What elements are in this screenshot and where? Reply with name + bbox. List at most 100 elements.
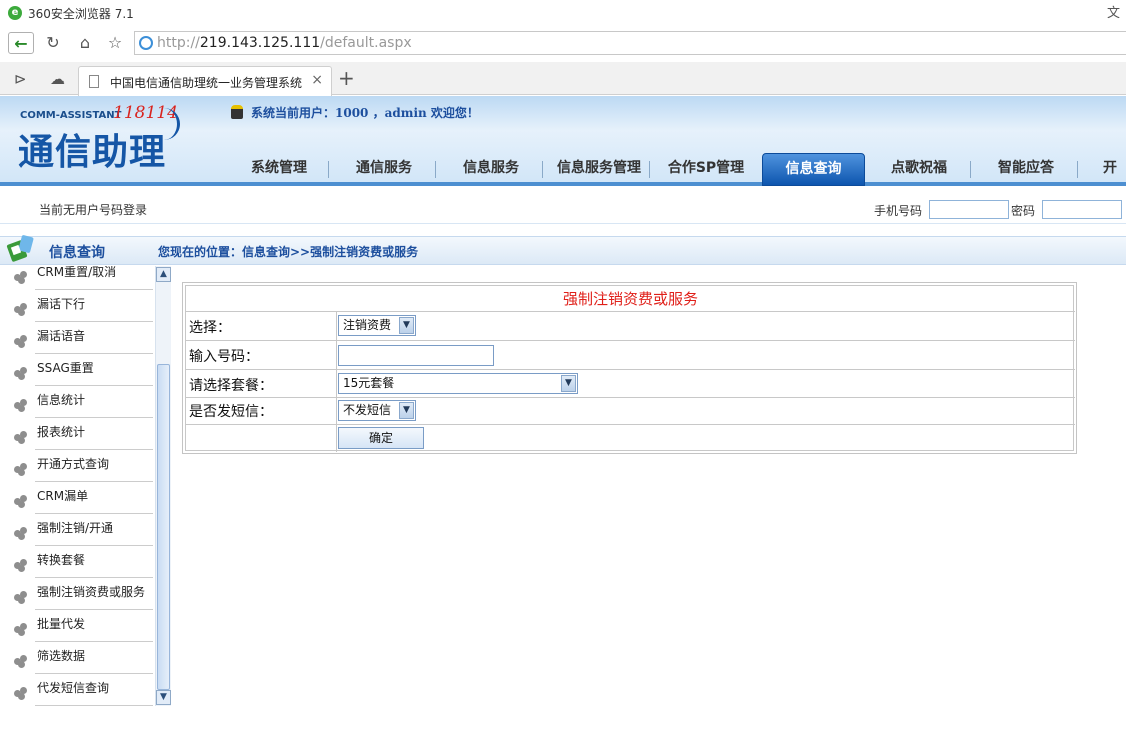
column-divider: [336, 312, 337, 340]
sidebar-item-crm-missed[interactable]: CRM漏单: [0, 482, 156, 514]
sidebar-divider: [35, 705, 153, 706]
menu-item-info-query[interactable]: 信息查询: [762, 153, 865, 186]
menu-item-info-service[interactable]: 信息服务: [438, 153, 544, 186]
users-icon: [14, 559, 28, 572]
form-row-number: 输入号码：: [186, 341, 1075, 370]
url-input[interactable]: http://219.143.125.111/default.aspx: [134, 31, 1126, 55]
sidebar-item-label: 漏话语音: [37, 329, 86, 343]
menu-item-song-blessing[interactable]: 点歌祝福: [866, 153, 972, 186]
sidebar-item-label: 强制注销/开通: [37, 521, 114, 535]
url-path: /default.aspx: [320, 35, 412, 51]
login-status: 当前无用户号码登录: [39, 203, 148, 217]
users-icon: [14, 367, 28, 380]
form-title-row: 强制注销资费或服务: [186, 286, 1075, 312]
select-label: 选择：: [189, 320, 231, 336]
sidebar-scrollbar[interactable]: ▲ ▼: [155, 266, 171, 706]
sidebar-item-force-cancel-fee[interactable]: 强制注销资费或服务: [0, 578, 156, 610]
sidebar-item-filter-data[interactable]: 筛选数据: [0, 642, 156, 674]
menu-item-system[interactable]: 系统管理: [226, 153, 332, 186]
users-icon: [14, 655, 28, 668]
cancel-type-value: 注销资费: [343, 318, 392, 332]
document-icon: [89, 75, 99, 88]
sidebar-item-ssag-reset[interactable]: SSAG重置: [0, 354, 156, 386]
chevron-down-icon[interactable]: ▼: [399, 402, 414, 419]
users-icon: [14, 271, 28, 284]
sidebar-item-missed-voice[interactable]: 漏话语音: [0, 322, 156, 354]
info-query-icon: [6, 235, 34, 262]
users-icon: [14, 303, 28, 316]
menu-item-sp-mgmt[interactable]: 合作SP管理: [653, 153, 759, 186]
form-table: 强制注销资费或服务 选择： 注销资费 ▼ 输入号码： 请选择套餐： 15元套餐 …: [185, 285, 1075, 452]
number-label: 输入号码：: [189, 349, 259, 365]
refresh-icon[interactable]: ↻: [40, 32, 66, 54]
scroll-up-icon[interactable]: ▲: [156, 267, 171, 282]
menu-item-smart-reply[interactable]: 智能应答: [973, 153, 1079, 186]
sidebar-toggle-icon[interactable]: ⊳: [14, 70, 27, 88]
users-icon: [14, 687, 28, 700]
tab-title: 中国电信通信助理统一业务管理系统: [110, 76, 303, 90]
column-divider: [336, 341, 337, 369]
form-row-submit: 确定: [186, 425, 1075, 452]
menu-divider: [435, 161, 436, 178]
sidebar-item-label: SSAG重置: [37, 361, 94, 375]
phone-input[interactable]: [929, 200, 1009, 219]
users-icon: [14, 623, 28, 636]
sidebar-item-sms-query[interactable]: 代发短信查询: [0, 674, 156, 706]
sidebar-item-force-cancel-open[interactable]: 强制注销/开通: [0, 514, 156, 546]
sidebar-item-label: 开通方式查询: [37, 457, 110, 471]
sms-label: 是否发短信：: [189, 404, 273, 420]
sidebar: CRM重置/取消 漏话下行 漏话语音 SSAG重置 信息统计 报表统计 开通方式…: [0, 266, 172, 706]
menu-item-info-service-mgmt[interactable]: 信息服务管理: [546, 153, 652, 186]
sidebar-item-report-stats[interactable]: 报表统计: [0, 418, 156, 450]
new-tab-button[interactable]: +: [338, 66, 355, 90]
menu-item-comm-service[interactable]: 通信服务: [331, 153, 437, 186]
phone-number-input[interactable]: [338, 345, 494, 366]
sidebar-item-batch-send[interactable]: 批量代发: [0, 610, 156, 642]
browser-tab[interactable]: 中国电信通信助理统一业务管理系统 ×: [78, 66, 332, 96]
menu-divider: [1077, 161, 1078, 178]
scrollbar-thumb[interactable]: [157, 364, 170, 690]
sidebar-item-label: 报表统计: [37, 425, 86, 439]
sidebar-item-info-stats[interactable]: 信息统计: [0, 386, 156, 418]
users-icon: [14, 399, 28, 412]
browser-right-text[interactable]: 文: [1107, 2, 1120, 21]
column-divider: [336, 425, 337, 452]
scroll-down-icon[interactable]: ▼: [156, 690, 171, 705]
menu-divider: [649, 161, 650, 178]
sidebar-item-activation-query[interactable]: 开通方式查询: [0, 450, 156, 482]
browser-logo-icon: e: [8, 6, 22, 20]
cloud-icon[interactable]: ☁: [50, 70, 65, 88]
home-icon[interactable]: ⌂: [72, 32, 98, 54]
password-input[interactable]: [1042, 200, 1122, 219]
users-icon: [14, 431, 28, 444]
users-icon: [14, 463, 28, 476]
sidebar-item-label: CRM重置/取消: [37, 266, 117, 279]
form-row-package: 请选择套餐： 15元套餐 ▼: [186, 370, 1075, 398]
sidebar-item-label: 代发短信查询: [37, 681, 110, 695]
cancel-fee-form: 强制注销资费或服务 选择： 注销资费 ▼ 输入号码： 请选择套餐： 15元套餐 …: [182, 282, 1077, 454]
sidebar-item-missed-down[interactable]: 漏话下行: [0, 290, 156, 322]
tab-close-icon[interactable]: ×: [311, 72, 323, 88]
chevron-down-icon[interactable]: ▼: [561, 375, 576, 392]
sidebar-item-label: 转换套餐: [37, 553, 86, 567]
browser-titlebar: e 360安全浏览器 7.1 文: [0, 0, 1126, 27]
sidebar-item-label: 筛选数据: [37, 649, 86, 663]
back-icon[interactable]: ←: [8, 32, 34, 54]
browser-title: 360安全浏览器 7.1: [28, 7, 134, 21]
menu-item-power-on[interactable]: 开机: [1081, 153, 1126, 186]
login-bar: 当前无用户号码登录 手机号码 密码: [0, 190, 1126, 224]
chevron-down-icon[interactable]: ▼: [399, 317, 414, 334]
menu-divider: [970, 161, 971, 178]
star-icon[interactable]: ☆: [102, 32, 128, 54]
cancel-type-select[interactable]: 注销资费 ▼: [338, 315, 416, 336]
package-label: 请选择套餐：: [189, 378, 273, 394]
sidebar-item-crm-reset[interactable]: CRM重置/取消: [0, 266, 156, 290]
package-select[interactable]: 15元套餐 ▼: [338, 373, 578, 394]
brand-english: COMM-ASSISTANT: [20, 110, 122, 121]
sms-select[interactable]: 不发短信 ▼: [338, 400, 416, 421]
users-icon: [14, 495, 28, 508]
sidebar-item-label: 漏话下行: [37, 297, 86, 311]
breadcrumb: 您现在的位置：信息查询>>强制注销资费或服务: [158, 245, 419, 259]
submit-button[interactable]: 确定: [338, 427, 424, 449]
sidebar-item-switch-package[interactable]: 转换套餐: [0, 546, 156, 578]
